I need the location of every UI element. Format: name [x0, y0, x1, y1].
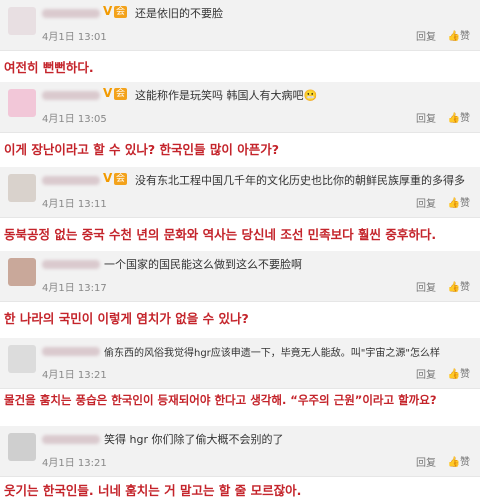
korean-translation: 동북공정 없는 중국 수천 년의 문화와 역사는 당신네 조선 민족보다 훨씬 … [4, 227, 437, 242]
like-label: 赞 [460, 113, 470, 124]
comment-text: 还是依旧的不要脸 [135, 7, 223, 20]
thumb-up-icon: 👍 [447, 282, 460, 293]
reply-button[interactable]: 回复 [416, 366, 436, 381]
reply-button[interactable]: 回复 [416, 279, 436, 294]
username-blurred[interactable] [42, 435, 100, 444]
comment-block: V 会 没有东北工程中国几千年的文化历史也比你的朝鲜民族厚重的多得多 4月1日 … [0, 167, 480, 242]
comment-text: 没有东北工程中国几千年的文化历史也比你的朝鲜民族厚重的多得多 [135, 174, 465, 187]
member-icon: 会 [114, 173, 128, 185]
member-icon: 会 [114, 6, 128, 18]
like-label: 赞 [460, 198, 470, 209]
comment-block: 一个国家的国民能这么做到这么不要脸啊 4月1日 13:17 回复 👍赞 한 나라… [0, 251, 480, 326]
reply-button[interactable]: 回复 [416, 28, 436, 43]
comment-date: 4月1日 13:01 [42, 32, 107, 43]
comment-block: V 会 还是依旧的不要脸 4月1日 13:01 回复 👍赞 여전히 뻔뻔하다. [0, 0, 480, 75]
comment-text: 偷东西的风俗我觉得hgr应该申遗一下，毕竟无人能敌。叫"宇宙之源"怎么样 [104, 348, 440, 359]
member-icon: 会 [114, 88, 128, 100]
like-button[interactable]: 👍赞 [448, 453, 470, 468]
comment-block: 偷东西的风俗我觉得hgr应该申遗一下，毕竟无人能敌。叫"宇宙之源"怎么样 4月1… [0, 338, 480, 407]
korean-translation: 여전히 뻔뻔하다. [4, 60, 94, 75]
username-blurred[interactable] [42, 176, 100, 185]
like-button[interactable]: 👍赞 [448, 194, 470, 209]
comment-card: V 会 这能称作是玩笑吗 韩国人有大病吧😬 4月1日 13:05 回复 👍赞 [0, 82, 480, 133]
like-button[interactable]: 👍赞 [448, 365, 470, 380]
vip-badge: V [103, 4, 113, 18]
thumb-up-icon: 👍 [447, 457, 460, 468]
like-label: 赞 [460, 282, 470, 293]
comment-date: 4月1日 13:11 [42, 199, 107, 210]
reply-button[interactable]: 回复 [416, 195, 436, 210]
username-blurred[interactable] [42, 260, 100, 269]
comment-text: 一个国家的国民能这么做到这么不要脸啊 [104, 258, 302, 271]
comment-block: 笑得 hgr 你们除了偷大概不会别的了 4月1日 13:21 回复 👍赞 웃기는… [0, 426, 480, 498]
comment-card: 偷东西的风俗我觉得hgr应该申遗一下，毕竟无人能敌。叫"宇宙之源"怎么样 4月1… [0, 338, 480, 389]
like-label: 赞 [460, 457, 470, 468]
thumb-up-icon: 👍 [447, 369, 460, 380]
username-blurred[interactable] [42, 9, 100, 18]
like-label: 赞 [460, 369, 470, 380]
comment-card: 一个国家的国民能这么做到这么不要脸啊 4月1日 13:17 回复 👍赞 [0, 251, 480, 302]
thumb-up-icon: 👍 [447, 113, 460, 124]
thumb-up-icon: 👍 [447, 198, 460, 209]
comment-date: 4月1日 13:17 [42, 283, 107, 294]
comment-text: 笑得 hgr 你们除了偷大概不会别的了 [104, 433, 284, 446]
like-button[interactable]: 👍赞 [448, 27, 470, 42]
username-blurred[interactable] [42, 91, 100, 100]
korean-translation: 이게 장난이라고 할 수 있나? 한국인들 많이 아픈가? [4, 142, 279, 157]
avatar[interactable] [8, 174, 36, 202]
korean-translation: 웃기는 한국인들. 너네 훔치는 거 말고는 할 줄 모르잖아. [4, 483, 302, 498]
comment-date: 4月1日 13:21 [42, 458, 107, 469]
korean-translation: 물건을 훔치는 풍습은 한국인이 등재되어야 한다고 생각해. “우주의 근원”… [4, 393, 437, 407]
avatar[interactable] [8, 7, 36, 35]
like-button[interactable]: 👍赞 [448, 278, 470, 293]
korean-translation: 한 나라의 국민이 이렇게 염치가 없을 수 있나? [4, 311, 249, 326]
thumb-up-icon: 👍 [447, 31, 460, 42]
avatar[interactable] [8, 89, 36, 117]
comment-card: V 会 还是依旧的不要脸 4月1日 13:01 回复 👍赞 [0, 0, 480, 51]
avatar[interactable] [8, 258, 36, 286]
comment-date: 4月1日 13:21 [42, 370, 107, 381]
avatar[interactable] [8, 433, 36, 461]
comment-block: V 会 这能称作是玩笑吗 韩国人有大病吧😬 4月1日 13:05 回复 👍赞 이… [0, 82, 480, 157]
comment-card: 笑得 hgr 你们除了偷大概不会别的了 4月1日 13:21 回复 👍赞 [0, 426, 480, 477]
like-button[interactable]: 👍赞 [448, 109, 470, 124]
comment-card: V 会 没有东北工程中国几千年的文化历史也比你的朝鲜民族厚重的多得多 4月1日 … [0, 167, 480, 218]
reply-button[interactable]: 回复 [416, 110, 436, 125]
vip-badge: V [103, 86, 113, 100]
avatar[interactable] [8, 345, 36, 373]
like-label: 赞 [460, 31, 470, 42]
username-blurred[interactable] [42, 347, 100, 356]
comment-text: 这能称作是玩笑吗 韩国人有大病吧😬 [135, 89, 318, 102]
reply-button[interactable]: 回复 [416, 454, 436, 469]
vip-badge: V [103, 171, 113, 185]
grin-emoji-icon: 😬 [303, 89, 318, 102]
comment-date: 4月1日 13:05 [42, 114, 107, 125]
